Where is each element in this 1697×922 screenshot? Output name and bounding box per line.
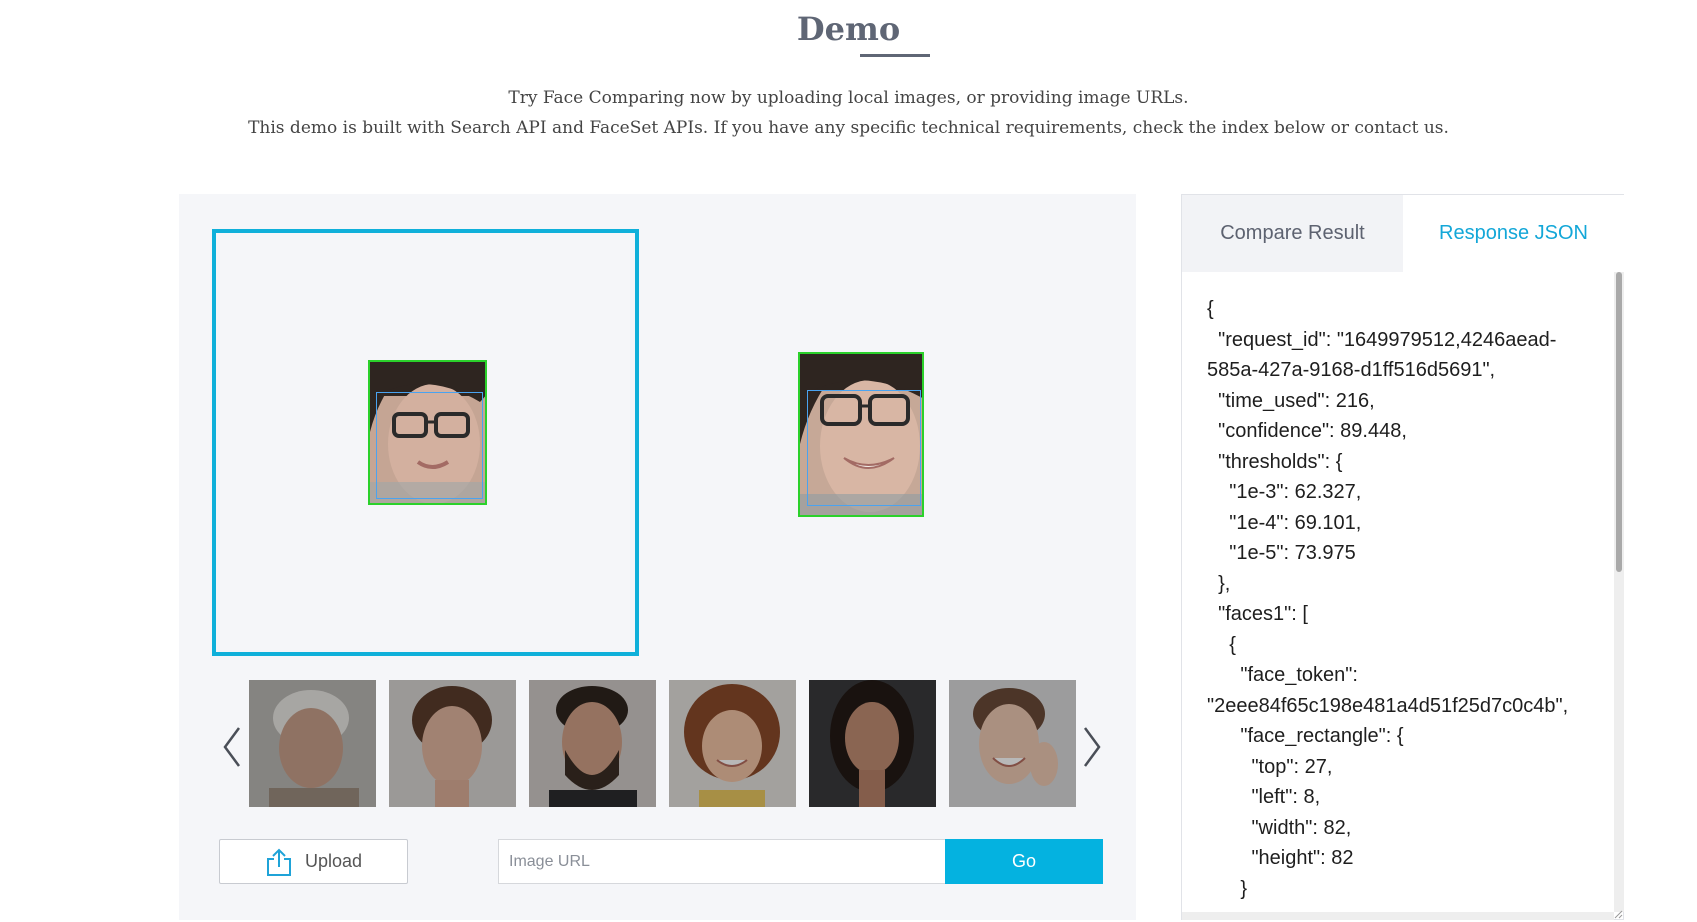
thumbnail-smiling-girl[interactable] bbox=[669, 680, 796, 807]
thumbnail-dark-haired-woman[interactable] bbox=[809, 680, 936, 807]
json-line: { bbox=[1207, 298, 1214, 320]
json-line: "request_id": "1649979512,4246aead- bbox=[1207, 328, 1557, 351]
thumbnail-bearded-man[interactable] bbox=[529, 680, 656, 807]
carousel-prev-button[interactable] bbox=[217, 722, 247, 772]
json-line: "left": 8, bbox=[1207, 786, 1321, 808]
json-line: "faces1": [ bbox=[1207, 603, 1308, 625]
landmark-box-left bbox=[376, 392, 483, 499]
upload-button[interactable]: Upload bbox=[219, 839, 408, 884]
detected-face-right bbox=[798, 352, 924, 517]
json-line: "height": 82 bbox=[1207, 847, 1354, 869]
json-line: { bbox=[1207, 633, 1236, 656]
page-title: Demo bbox=[796, 10, 901, 48]
go-button[interactable]: Go bbox=[945, 839, 1103, 884]
json-line: } bbox=[1207, 877, 1248, 900]
image-slot-right[interactable] bbox=[679, 229, 1106, 656]
thumbnail-elderly-man[interactable] bbox=[249, 680, 376, 807]
carousel-next-button[interactable] bbox=[1077, 722, 1107, 772]
chevron-left-icon bbox=[223, 727, 241, 767]
vertical-scrollbar[interactable] bbox=[1614, 272, 1624, 912]
landmark-box-right bbox=[807, 390, 921, 506]
json-response-view[interactable]: { "request_id": "1649979512,4246aead- 58… bbox=[1182, 272, 1616, 912]
thumbnail-laughing-woman[interactable] bbox=[949, 680, 1076, 807]
detected-face-left bbox=[368, 360, 487, 505]
json-line: }, bbox=[1207, 572, 1231, 595]
json-line: "width": 82, bbox=[1207, 816, 1352, 839]
json-line: "time_used": 216, bbox=[1207, 389, 1375, 412]
image-slot-left[interactable] bbox=[212, 229, 639, 656]
demo-panel: Upload Go bbox=[179, 194, 1136, 920]
json-line: "2eee84f65c198e481a4d51f25d7c0c4b", bbox=[1207, 694, 1569, 717]
json-line: "confidence": 89.448, bbox=[1207, 420, 1407, 442]
json-line: "1e-5": 73.975 bbox=[1207, 542, 1356, 564]
subtitle-line-2: This demo is built with Search API and F… bbox=[248, 118, 1449, 138]
json-line: "top": 27, bbox=[1207, 755, 1333, 778]
upload-button-label: Upload bbox=[304, 851, 363, 871]
result-panel: Compare Result Response JSON { "request_… bbox=[1181, 194, 1624, 920]
json-line: 585a-427a-9168-d1ff516d5691", bbox=[1207, 359, 1496, 381]
horizontal-scrollbar[interactable] bbox=[1182, 912, 1614, 920]
resize-handle-icon[interactable] bbox=[1613, 909, 1623, 919]
subtitle-line-1: Try Face Comparing now by uploading loca… bbox=[508, 88, 1189, 108]
chevron-right-icon bbox=[1083, 727, 1101, 767]
json-line: "face_rectangle": { bbox=[1207, 725, 1404, 747]
upload-icon bbox=[266, 848, 291, 876]
json-line: "1e-4": 69.101, bbox=[1207, 511, 1362, 534]
tab-compare-result[interactable]: Compare Result bbox=[1182, 195, 1403, 272]
tab-response-json[interactable]: Response JSON bbox=[1403, 195, 1624, 272]
json-line: "face_token": bbox=[1207, 664, 1358, 686]
json-line: "thresholds": { bbox=[1207, 450, 1343, 473]
image-url-input[interactable] bbox=[498, 839, 946, 884]
scrollbar-thumb[interactable] bbox=[1616, 272, 1622, 572]
title-underline bbox=[860, 54, 930, 57]
json-line: "1e-3": 62.327, bbox=[1207, 481, 1362, 503]
thumbnail-young-woman[interactable] bbox=[389, 680, 516, 807]
